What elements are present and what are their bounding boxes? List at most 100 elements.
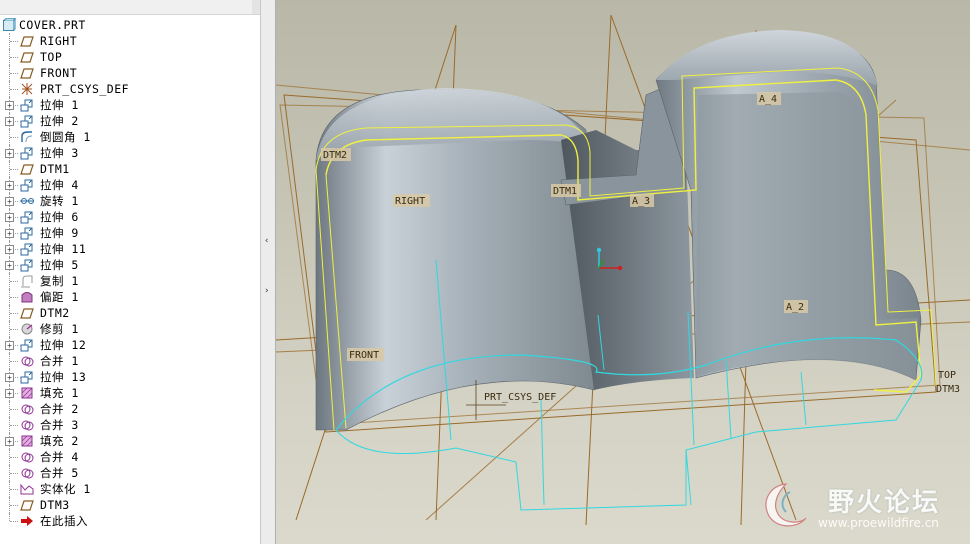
tree-connector-tick [10, 505, 18, 506]
tree-item[interactable]: + 拉伸 1 [0, 97, 260, 113]
label-front: FRONT [349, 350, 379, 361]
tree-item[interactable]: + 拉伸 3 [0, 145, 260, 161]
tree-connector-tick [10, 425, 18, 426]
label-right: RIGHT [395, 196, 425, 207]
tree-item-label: 拉伸 3 [40, 146, 79, 160]
expand-toggle-icon[interactable]: + [5, 181, 14, 190]
tree-connector-tick [10, 329, 18, 330]
tree-item[interactable]: + 拉伸 13 [0, 369, 260, 385]
tree-item[interactable]: + 拉伸 11 [0, 241, 260, 257]
tree-item[interactable]: + 拉伸 4 [0, 177, 260, 193]
tree-item[interactable]: 在此插入 [0, 513, 260, 529]
tree-item[interactable]: + 填充 1 [0, 385, 260, 401]
tree-item-label: 填充 2 [40, 434, 79, 448]
expand-toggle-icon[interactable]: + [5, 213, 14, 222]
tree-connector-tick [10, 489, 18, 490]
tree-item-label: 填充 1 [40, 386, 79, 400]
graphics-viewport[interactable]: DTM2 RIGHT DTM1 A_3 A_4 A_2 FRONT PRT_CS… [276, 0, 970, 544]
tree-item[interactable]: 合并 5 [0, 465, 260, 481]
expand-toggle-icon[interactable]: + [5, 261, 14, 270]
extrude-icon [20, 243, 33, 256]
tree-item[interactable]: 合并 3 [0, 417, 260, 433]
expand-toggle-icon[interactable]: + [5, 373, 14, 382]
tree-item[interactable]: FRONT [0, 65, 260, 81]
expand-toggle-icon[interactable]: + [5, 245, 14, 254]
tree-item[interactable]: 实体化 1 [0, 481, 260, 497]
model-view-canvas[interactable]: DTM2 RIGHT DTM1 A_3 A_4 A_2 FRONT PRT_CS… [276, 0, 970, 544]
datum-plane-icon [20, 52, 34, 63]
expand-toggle-icon[interactable]: + [5, 437, 14, 446]
tree-item[interactable]: + 旋转 1 [0, 193, 260, 209]
expand-toggle-icon[interactable]: + [5, 101, 14, 110]
tree-item-label: 偏距 1 [40, 290, 79, 304]
expand-toggle-icon[interactable]: + [5, 197, 14, 206]
extrude-icon [20, 179, 33, 192]
tree-item-label: 拉伸 6 [40, 210, 79, 224]
label-csys: PRT_CSYS_DEF [484, 392, 556, 403]
extrude-icon [20, 115, 33, 128]
datum-plane-icon [20, 500, 34, 511]
cover-part-model[interactable] [315, 30, 937, 511]
tree-item[interactable]: DTM1 [0, 161, 260, 177]
collapse-arrow-icon[interactable]: ‹ [264, 236, 269, 246]
tree-item[interactable]: 复制 1 [0, 273, 260, 289]
tree-connector-tick [10, 57, 18, 58]
tree-item[interactable]: + 拉伸 9 [0, 225, 260, 241]
tree-item-label: 合并 1 [40, 354, 79, 368]
tree-item[interactable]: + 拉伸 6 [0, 209, 260, 225]
tree-item[interactable]: 合并 1 [0, 353, 260, 369]
fill-icon [21, 387, 33, 399]
tree-connector-tick [10, 281, 18, 282]
tree-item[interactable]: DTM3 [0, 497, 260, 513]
merge-icon [21, 468, 34, 479]
expand-toggle-icon[interactable]: + [5, 341, 14, 350]
wildfire-logo-icon [765, 483, 807, 527]
watermark-url: www.proewildfire.cn [818, 516, 939, 530]
expand-toggle-icon[interactable]: + [5, 389, 14, 398]
tree-root-item[interactable]: COVER.PRT [0, 17, 260, 33]
tree-connector-tick [10, 361, 18, 362]
revolve-icon [20, 198, 34, 204]
tree-item-label: 拉伸 5 [40, 258, 79, 272]
tree-item[interactable]: DTM2 [0, 305, 260, 321]
label-a2: A_2 [786, 302, 804, 313]
tree-item-label: 旋转 1 [40, 194, 79, 208]
tree-item[interactable]: 倒圆角 1 [0, 129, 260, 145]
forum-watermark: 野火论坛 www.proewildfire.cn [756, 478, 966, 538]
watermark-title: 野火论坛 [828, 488, 941, 518]
tree-item[interactable]: 合并 4 [0, 449, 260, 465]
panel-splitter[interactable]: ‹ › [261, 0, 276, 544]
tree-scrollbar[interactable] [252, 0, 260, 14]
tree-item-label: DTM1 [40, 162, 70, 176]
trim-icon [21, 323, 33, 335]
tree-item-label: 拉伸 12 [40, 338, 87, 352]
datum-plane-icon [20, 68, 34, 79]
tree-item[interactable]: + 拉伸 5 [0, 257, 260, 273]
tree-item-label: 修剪 1 [40, 322, 79, 336]
extrude-icon [20, 371, 33, 384]
tree-item[interactable]: + 拉伸 2 [0, 113, 260, 129]
expand-toggle-icon[interactable]: + [5, 229, 14, 238]
tree-item-label: 拉伸 2 [40, 114, 79, 128]
merge-icon [21, 404, 34, 415]
round-icon [21, 131, 33, 143]
tree-connector-tick [10, 521, 18, 522]
tree-item[interactable]: TOP [0, 49, 260, 65]
expand-toggle-icon[interactable]: + [5, 117, 14, 126]
offset-icon [21, 292, 33, 303]
expand-toggle-icon[interactable]: + [5, 149, 14, 158]
tree-item[interactable]: RIGHT [0, 33, 260, 49]
extrude-icon [20, 147, 33, 160]
tree-item[interactable]: 修剪 1 [0, 321, 260, 337]
tree-item[interactable]: + 拉伸 12 [0, 337, 260, 353]
tree-item[interactable]: 偏距 1 [0, 289, 260, 305]
expand-arrow-icon[interactable]: › [264, 286, 269, 296]
tree-item[interactable]: PRT_CSYS_DEF [0, 81, 260, 97]
tree-connector-tick [10, 137, 18, 138]
tree-item-label: 合并 5 [40, 466, 79, 480]
tree-item-label: 倒圆角 1 [40, 130, 91, 144]
tree-item[interactable]: + 填充 2 [0, 433, 260, 449]
tree-item[interactable]: 合并 2 [0, 401, 260, 417]
merge-icon [21, 356, 34, 367]
label-dtm2: DTM2 [323, 150, 347, 161]
